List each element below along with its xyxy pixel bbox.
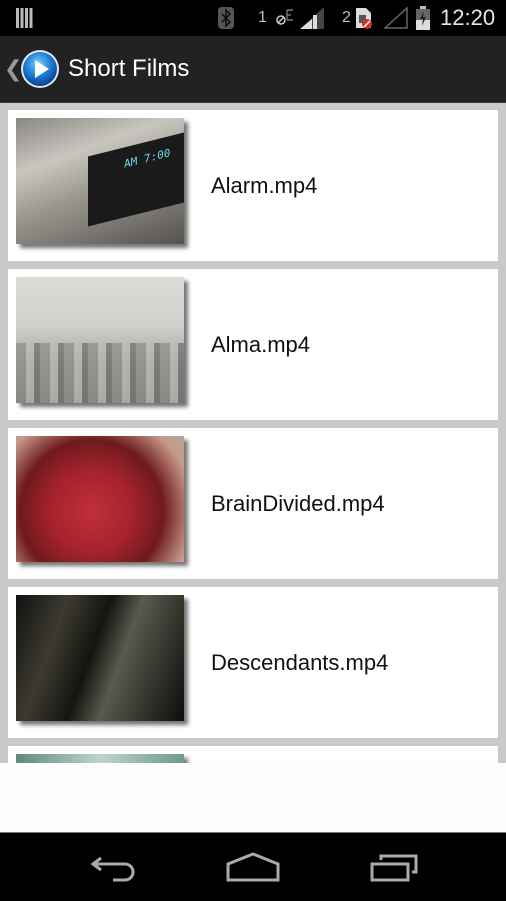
- action-bar: ❮ Short Films: [0, 36, 506, 103]
- video-thumbnail: AM 7:00: [16, 118, 184, 244]
- no-signal-icon: [384, 0, 408, 36]
- video-name: Descendants.mp4: [211, 649, 389, 675]
- list-item[interactable]: BrainDivided.mp4: [8, 428, 498, 579]
- data-blocked-icon: [274, 0, 296, 36]
- battery-charging-icon: [416, 0, 430, 36]
- video-thumbnail: [16, 754, 184, 763]
- play-icon[interactable]: [20, 49, 60, 89]
- list-item[interactable]: Descendants.mp4: [8, 587, 498, 738]
- sim-error-icon: [354, 0, 374, 36]
- video-list[interactable]: AM 7:00 Alarm.mp4 Alma.mp4 BrainDivided.…: [0, 103, 506, 763]
- back-button[interactable]: [82, 847, 142, 887]
- list-item[interactable]: AM 7:00 Alarm.mp4: [8, 110, 498, 261]
- video-thumbnail: [16, 436, 184, 562]
- navigation-bar: [0, 832, 506, 901]
- signal-icon: [300, 0, 324, 36]
- list-item[interactable]: [8, 746, 498, 763]
- video-thumbnail: [16, 277, 184, 403]
- status-bar: 1 2 12:20: [0, 0, 506, 36]
- sim2-label: 2: [342, 9, 351, 26]
- home-icon: [226, 852, 280, 882]
- video-thumbnail: [16, 595, 184, 721]
- bluetooth-icon: [218, 0, 234, 36]
- recent-apps-button[interactable]: [364, 847, 424, 887]
- home-button[interactable]: [223, 847, 283, 887]
- back-icon: [90, 856, 135, 882]
- video-name: Alma.mp4: [211, 331, 311, 357]
- clock: 12:20: [440, 5, 496, 30]
- video-name: BrainDivided.mp4: [211, 490, 385, 516]
- list-item[interactable]: Alma.mp4: [8, 269, 498, 420]
- video-name: Alarm.mp4: [211, 172, 318, 198]
- page-title: Short Films: [68, 55, 190, 82]
- recent-apps-icon: [370, 854, 418, 882]
- sim1-label: 1: [258, 9, 267, 26]
- notification-icon: [16, 0, 34, 36]
